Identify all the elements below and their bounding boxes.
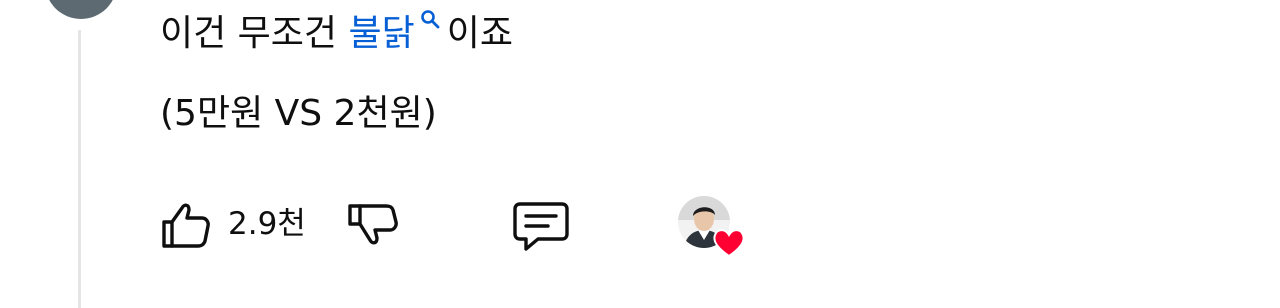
search-link[interactable]: 불닭 [349, 10, 447, 54]
creator-heart-badge[interactable] [678, 196, 750, 260]
search-icon[interactable] [419, 8, 441, 30]
reply-thread-line [78, 30, 81, 308]
comment-reply-icon[interactable] [510, 198, 572, 254]
comment-text-prefix: 이건 무조건 [160, 13, 349, 54]
comment-thread: 이건 무조건 불닭 이죠 (5만원 VS 2천원) 2.9천 [0, 0, 1280, 308]
comment-action-bar: 2.9천 [0, 190, 1280, 260]
thumbs-up-icon[interactable] [158, 196, 214, 252]
comment-text-suffix: 이죠 [446, 13, 513, 54]
comment-text-line-2: (5만원 VS 2천원) [160, 93, 437, 134]
thumbs-down-icon[interactable] [346, 198, 402, 254]
like-count: 2.9천 [228, 206, 306, 242]
comment-text-line-1: 이건 무조건 불닭 이죠 [160, 10, 513, 56]
parent-commenter-avatar[interactable] [45, 0, 117, 19]
search-link-label[interactable]: 불닭 [349, 13, 415, 54]
heart-icon [713, 229, 745, 258]
